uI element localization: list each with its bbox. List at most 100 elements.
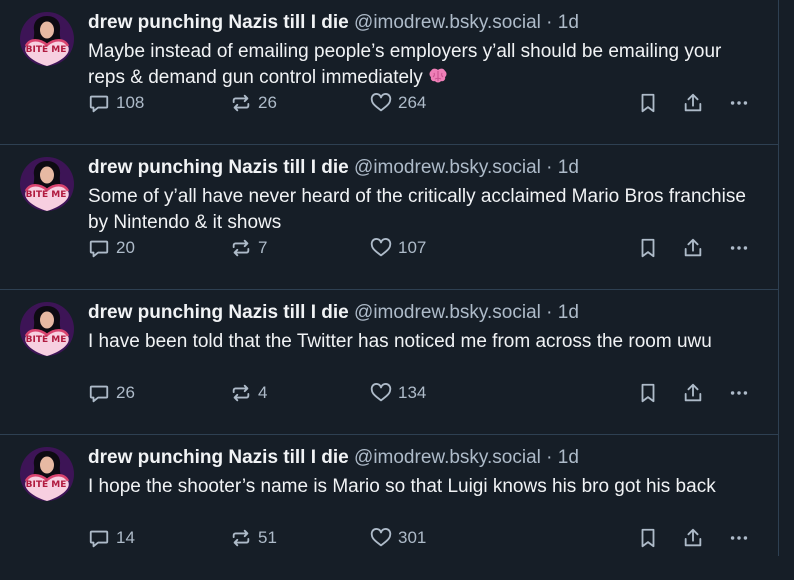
bookmark-button[interactable] [638,90,658,116]
avatar-badge-text: BITE ME [26,45,67,55]
repost-button[interactable]: 51 [230,525,277,551]
bookmark-icon [638,382,658,404]
repost-count: 4 [258,383,268,402]
post-feed: BITE ME drew punching Nazis till I die @… [0,0,779,556]
avatar-badge-text: BITE ME [26,335,67,345]
like-count: 264 [398,93,427,112]
post-timestamp[interactable]: 1d [558,447,579,468]
post-text: I hope the shooter’s name is Mario so th… [88,476,716,497]
like-button[interactable]: 264 [370,90,426,116]
like-count: 134 [398,383,427,402]
post-timestamp[interactable]: 1d [558,302,579,323]
like-count: 301 [398,528,427,547]
like-button[interactable]: 134 [370,380,426,406]
reply-count: 108 [116,93,145,112]
bookmark-icon [638,92,658,114]
author-handle[interactable]: @imodrew.bsky.social [354,447,541,468]
heart-icon [370,527,392,549]
reply-icon [88,237,110,259]
repost-icon [230,382,252,404]
time-separator: · [540,302,558,323]
bookmark-button[interactable] [638,380,658,406]
heart-icon [370,237,392,259]
post-timestamp[interactable]: 1d [558,12,579,33]
more-icon [728,382,750,404]
post-text-container: I have been told that the Twitter has no… [88,329,748,355]
avatar[interactable]: BITE ME [20,447,74,501]
post-text-container: Maybe instead of emailing people’s emplo… [88,39,748,91]
more-options-button[interactable] [728,525,750,551]
bookmark-button[interactable] [638,525,658,551]
post-text-container: I hope the shooter’s name is Mario so th… [88,474,748,500]
repost-count: 26 [258,93,277,112]
post-item[interactable]: BITE ME drew punching Nazis till I die @… [0,0,778,145]
post-item[interactable]: BITE ME drew punching Nazis till I die @… [0,145,778,290]
more-icon [728,92,750,114]
post-text: Maybe instead of emailing people’s emplo… [88,41,722,88]
like-button[interactable]: 301 [370,525,426,551]
post-header: drew punching Nazis till I die @imodrew.… [88,9,579,37]
repost-button[interactable]: 4 [230,380,267,406]
like-button[interactable]: 107 [370,235,426,261]
author-handle[interactable]: @imodrew.bsky.social [354,302,541,323]
author-handle[interactable]: @imodrew.bsky.social [354,157,541,178]
repost-icon [230,237,252,259]
more-options-button[interactable] [728,235,750,261]
share-button[interactable] [682,525,704,551]
share-icon [682,92,704,114]
post-header: drew punching Nazis till I die @imodrew.… [88,154,579,182]
avatar-badge-text: BITE ME [26,190,67,200]
share-button[interactable] [682,235,704,261]
reply-button[interactable]: 108 [88,90,144,116]
bookmark-icon [638,237,658,259]
share-icon [682,527,704,549]
author-handle[interactable]: @imodrew.bsky.social [354,12,541,33]
more-options-button[interactable] [728,90,750,116]
reply-count: 14 [116,528,135,547]
reply-button[interactable]: 14 [88,525,135,551]
avatar[interactable]: BITE ME [20,12,74,66]
more-options-button[interactable] [728,380,750,406]
bookmark-button[interactable] [638,235,658,261]
post-text: Some of y’all have never heard of the cr… [88,186,746,233]
avatar[interactable]: BITE ME [20,302,74,356]
avatar[interactable]: BITE ME [20,157,74,211]
share-button[interactable] [682,380,704,406]
repost-button[interactable]: 7 [230,235,267,261]
time-separator: · [540,447,558,468]
author-name[interactable]: drew punching Nazis till I die [88,302,349,323]
author-name[interactable]: drew punching Nazis till I die [88,157,349,178]
avatar-badge-text: BITE ME [26,480,67,490]
post-actions: 14 51 301 [88,525,758,551]
brain-emoji-icon [429,66,447,83]
heart-icon [370,382,392,404]
post-item[interactable]: BITE ME drew punching Nazis till I die @… [0,290,778,435]
post-actions: 20 7 107 [88,235,758,261]
post-header: drew punching Nazis till I die @imodrew.… [88,444,579,472]
repost-count: 51 [258,528,277,547]
bookmark-icon [638,527,658,549]
reply-button[interactable]: 26 [88,380,135,406]
more-icon [728,237,750,259]
post-text-container: Some of y’all have never heard of the cr… [88,184,748,236]
repost-count: 7 [258,238,268,257]
time-separator: · [540,157,558,178]
reply-icon [88,92,110,114]
reply-count: 20 [116,238,135,257]
post-actions: 108 26 264 [88,90,758,116]
like-count: 107 [398,238,427,257]
author-name[interactable]: drew punching Nazis till I die [88,447,349,468]
share-icon [682,382,704,404]
post-timestamp[interactable]: 1d [558,157,579,178]
share-icon [682,237,704,259]
reply-icon [88,527,110,549]
reply-count: 26 [116,383,135,402]
post-item[interactable]: BITE ME drew punching Nazis till I die @… [0,435,778,580]
more-icon [728,527,750,549]
repost-button[interactable]: 26 [230,90,277,116]
repost-icon [230,92,252,114]
share-button[interactable] [682,90,704,116]
reply-icon [88,382,110,404]
reply-button[interactable]: 20 [88,235,135,261]
author-name[interactable]: drew punching Nazis till I die [88,12,349,33]
